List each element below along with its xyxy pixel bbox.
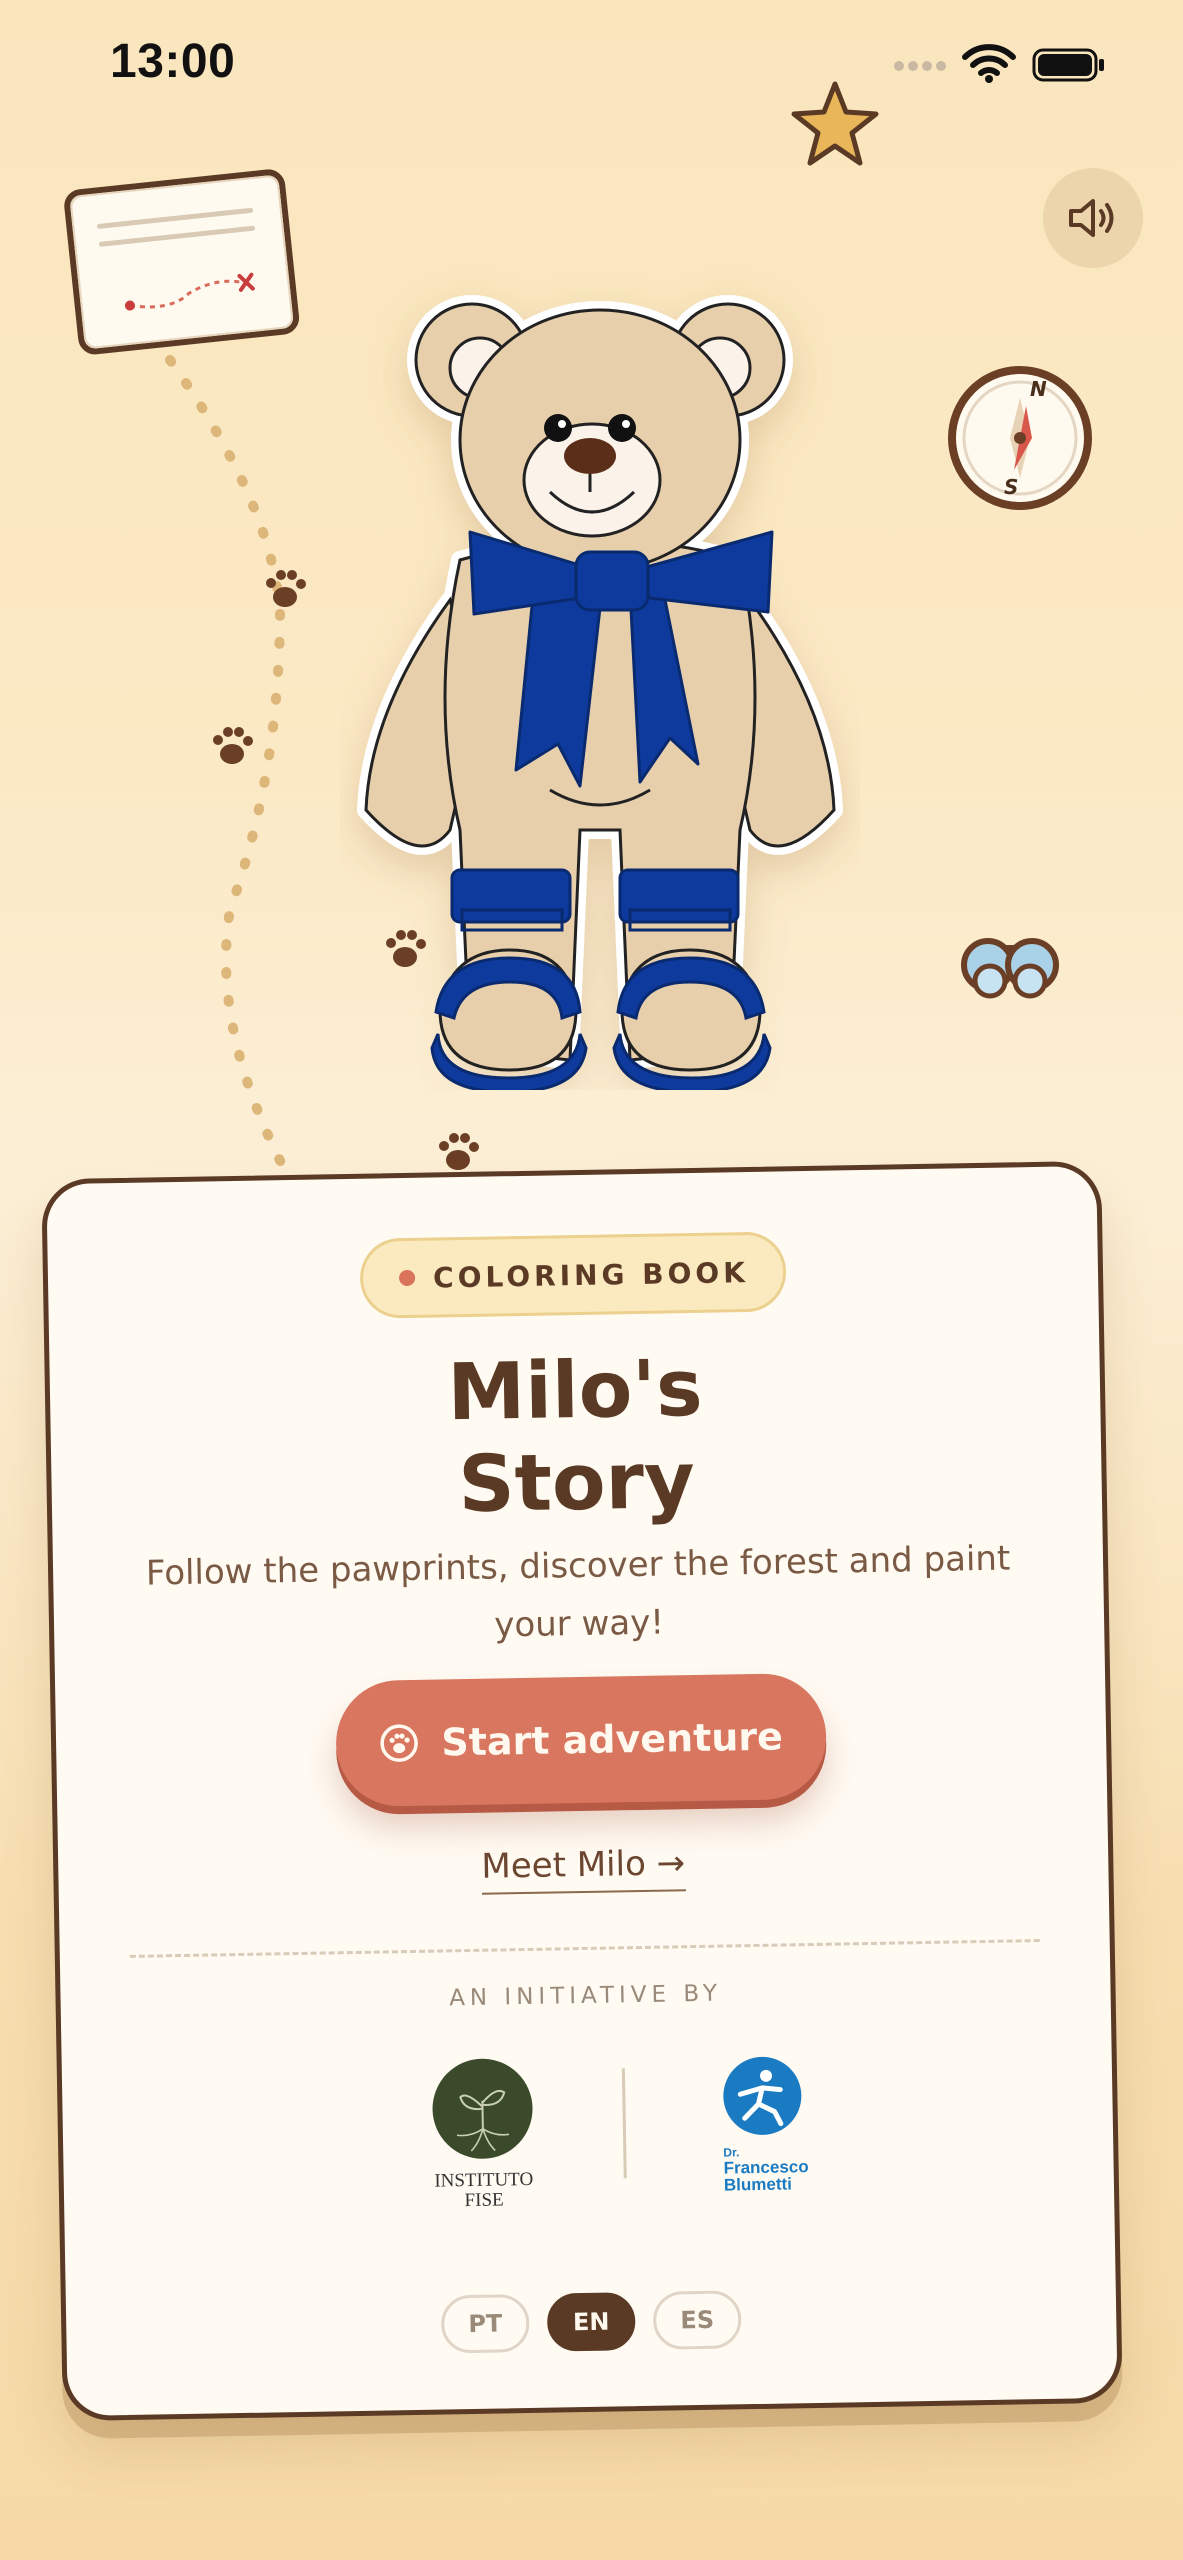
subtitle: Follow the pawprints, discover the fores… [145,1538,1011,1646]
language-option-pt[interactable]: PT [440,2294,530,2354]
home-screen: 13:00 N S COLORING BOOK Milo's Story Fol… [0,0,1183,2560]
badge-label: COLORING BOOK [432,1255,750,1295]
logo-separator [621,2068,627,2179]
treasure-map-icon [64,169,300,355]
wifi-icon [962,44,1016,83]
start-adventure-label: Start adventure [440,1714,784,1765]
fise-line-1: INSTITUTO [434,2168,534,2192]
instituto-fise-logo[interactable]: INSTITUTO FISE [412,2056,555,2212]
language-option-en[interactable]: EN [546,2292,636,2352]
pawprint-icon [266,570,306,607]
language-option-es[interactable]: ES [652,2290,742,2350]
intro-card: COLORING BOOK Milo's Story Follow the pa… [41,1160,1123,2422]
pawprint-icon [213,727,253,764]
category-badge: COLORING BOOK [359,1231,787,1319]
compass-north-label: N [1030,377,1047,401]
blumetti-line-3: Blumetti [723,2174,793,2195]
signal-dots-icon [894,61,946,71]
dr-blumetti-logo[interactable]: Dr. Francesco Blumetti [722,2055,834,2195]
start-adventure-button[interactable]: Start adventure [335,1672,828,1808]
tree-logo-icon [432,2058,533,2159]
battery-icon [1032,48,1104,82]
status-time: 13:00 [110,35,236,88]
initiative-label: AN INITIATIVE BY [448,1980,723,2012]
pawprint-icon [439,1133,479,1170]
page-title: Milo's Story [49,1336,1102,1538]
star-icon [791,81,879,166]
divider [129,1939,1040,1958]
badge-dot [398,1269,416,1287]
paw-icon [380,1724,419,1762]
compass-icon: N S [948,366,1092,510]
athlete-logo-icon [723,2056,802,2135]
hero-bear-illustration [357,295,843,1090]
fise-line-2: FISE [464,2189,504,2212]
compass-south-label: S [1004,475,1018,499]
speaker-icon [1069,199,1114,237]
title-line-2: Story [457,1435,696,1531]
partner-logos: INSTITUTO FISE Dr. Francesco Blumetti [62,2046,1115,2224]
sound-button[interactable] [1043,168,1143,268]
meet-milo-link[interactable]: Meet Milo → [481,1843,686,1895]
language-switcher: PT EN ES [66,2284,1117,2360]
binoculars-icon [961,938,1059,999]
